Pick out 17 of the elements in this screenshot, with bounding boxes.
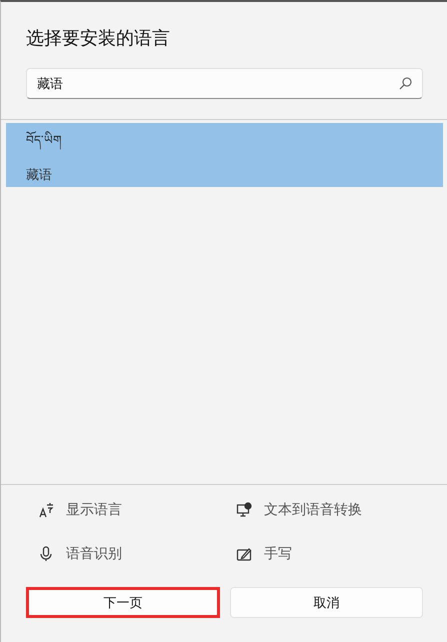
feature-label: 手写 [264,545,292,563]
language-name: 藏语 [26,167,52,184]
search-icon [399,77,412,90]
native-language-name: བོད་ཡིག [26,126,61,160]
cancel-button[interactable]: 取消 [230,587,423,618]
language-icon [38,502,54,518]
feature-label: 文本到语音转换 [264,501,362,519]
language-item[interactable]: བོད་ཡིག 藏语 [6,123,443,187]
feature-label: 显示语言 [66,501,122,519]
monitor-speech-icon [236,502,252,518]
feature-label: 语音识别 [66,545,122,563]
search-input[interactable]: 藏语 [37,76,399,91]
pen-icon [236,546,252,562]
microphone-icon [38,546,54,562]
dialog-title: 选择要安装的语言 [25,27,171,46]
next-button[interactable]: 下一页 [26,587,220,618]
search-field[interactable]: 藏语 [26,68,423,99]
